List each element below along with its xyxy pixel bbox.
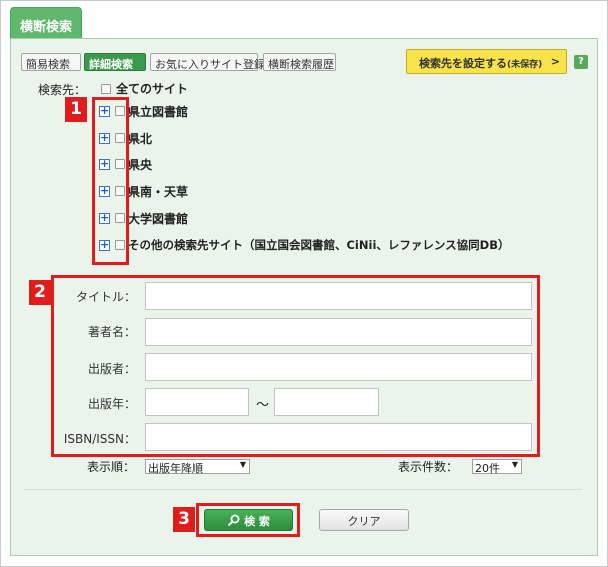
- year-range-separator: ～: [256, 398, 270, 413]
- site-label: 県北: [128, 132, 153, 146]
- count-label: 表示件数：: [398, 460, 459, 474]
- site-label: 県南・天草: [128, 185, 189, 199]
- isbn-input[interactable]: [145, 423, 532, 451]
- sort-select[interactable]: 出版年降順 ▼: [145, 459, 250, 475]
- set-destination-button[interactable]: 検索先を設定する(未保存) >: [406, 49, 567, 74]
- callout-number-2: 2: [29, 280, 51, 305]
- title-input[interactable]: [145, 282, 532, 310]
- author-input[interactable]: [145, 318, 532, 346]
- caret-down-icon: ▼: [239, 460, 246, 469]
- year-from-input[interactable]: [145, 388, 249, 416]
- magnifier-icon: [227, 514, 240, 527]
- author-label: 著者名：: [87, 325, 136, 339]
- site-label: 県立図書館: [128, 105, 189, 119]
- title-label: タイトル：: [75, 290, 136, 304]
- count-select[interactable]: 20件 ▼: [472, 459, 522, 475]
- year-to-input[interactable]: [274, 388, 379, 416]
- search-button[interactable]: 検 索: [204, 509, 293, 531]
- unsaved-note: (未保存): [507, 60, 543, 70]
- tab-cross-search[interactable]: 横断検索: [10, 7, 82, 39]
- search-history-button[interactable]: 横断検索履歴: [263, 53, 336, 71]
- callout-box-1: [92, 97, 129, 265]
- all-sites-checkbox[interactable]: [101, 84, 111, 94]
- publisher-input[interactable]: [145, 353, 532, 381]
- clear-button[interactable]: クリア: [319, 509, 409, 531]
- callout-number-1: 1: [65, 97, 87, 122]
- all-sites-label: 全てのサイト: [116, 82, 189, 96]
- sort-selected: 出版年降順: [148, 462, 203, 475]
- site-label: 大学図書館: [128, 212, 189, 226]
- publisher-label: 出版者：: [87, 362, 136, 376]
- site-label: その他の検索先サイト（国立国会図書館、CiNii、レファレンス協同DB）: [128, 238, 510, 252]
- chevron-right-icon: >: [550, 55, 560, 68]
- help-icon[interactable]: ?: [574, 55, 588, 69]
- caret-down-icon: ▼: [511, 460, 518, 469]
- site-label: 県央: [128, 158, 153, 172]
- set-destination-label: 検索先を設定する: [419, 57, 507, 70]
- advanced-search-button[interactable]: 詳細検索: [84, 53, 146, 71]
- sort-label: 表示順：: [87, 460, 136, 474]
- divider: [24, 489, 582, 490]
- count-selected: 20件: [475, 462, 500, 475]
- year-label: 出版年：: [87, 397, 136, 411]
- favorite-sites-button[interactable]: お気に入りサイト登録: [150, 53, 265, 71]
- search-button-label: 検 索: [244, 515, 270, 528]
- search-targets-label: 検索先：: [38, 83, 87, 97]
- isbn-label: ISBN/ISSN：: [63, 432, 136, 446]
- simple-search-button[interactable]: 簡易検索: [21, 53, 81, 71]
- callout-number-3: 3: [173, 507, 195, 532]
